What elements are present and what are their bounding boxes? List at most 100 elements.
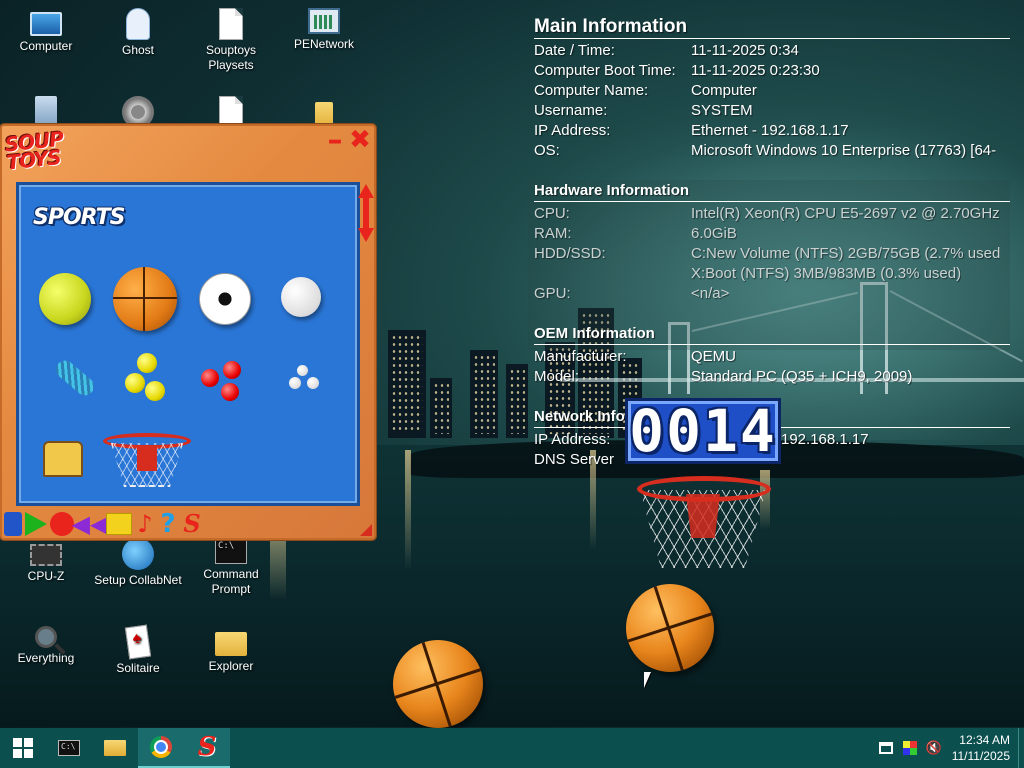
yellow-ball — [125, 373, 145, 393]
info-key: OS: — [534, 142, 560, 159]
display-tray-icon[interactable] — [898, 728, 922, 768]
start-button[interactable] — [0, 728, 46, 768]
command-prompt-icon: C:\ — [215, 538, 247, 564]
desktop-icon-label: Explorer — [208, 659, 254, 673]
info-key: Date / Time: — [534, 42, 615, 59]
close-button[interactable]: ✖ — [348, 127, 372, 153]
toy-basketball[interactable] — [113, 267, 177, 331]
toy-baseball[interactable] — [281, 277, 321, 317]
info-row: IP Address: Ethernet - 192.168.1.17 — [534, 121, 1010, 141]
desktop-icon-label: PENetwork — [293, 37, 355, 51]
basketball-hoop-rim[interactable] — [637, 476, 771, 502]
basketball[interactable] — [393, 640, 483, 728]
yellow-ball — [145, 381, 165, 401]
desktop-icon-label: Everything — [17, 651, 75, 665]
info-key: IP Address: — [534, 122, 611, 139]
music-note-icon[interactable]: ♪ — [135, 512, 155, 536]
clock-time: 12:34 AM — [959, 733, 1010, 747]
taskbar-chrome[interactable] — [138, 728, 184, 768]
info-value: Standard PC (Q35 + ICH9, 2009) — [691, 368, 913, 385]
taskbar: C:\ S 🔇 12:34 AM 11/11/2025 — [0, 728, 1024, 768]
info-key: Computer Name: — [534, 82, 649, 99]
desktop-icon-label: Command Prompt — [203, 567, 259, 596]
taskbar-command-prompt[interactable]: C:\ — [46, 728, 92, 768]
taskbar-souptoys[interactable]: S — [184, 728, 230, 768]
souptoys-window[interactable]: SOUP TOYS – ✖ SPORTS ◀◀ ♪ ? S — [0, 124, 376, 540]
command-prompt-icon: C:\ — [58, 740, 80, 756]
rewind-icon[interactable]: ◀◀ — [72, 512, 109, 536]
white-ball — [289, 377, 301, 389]
desktop-icon-explorer[interactable]: Explorer — [185, 626, 277, 674]
desktop-icon-label: Setup CollabNet — [94, 573, 182, 587]
desktop-icon-penetwork[interactable]: PENetwork — [278, 8, 370, 52]
chip-icon — [30, 544, 62, 566]
globe-icon — [122, 538, 154, 570]
scoreboard[interactable]: 0014 — [625, 398, 781, 464]
score-value: 0014 — [629, 397, 777, 465]
toy-soccer-ball[interactable] — [199, 273, 251, 325]
toy-roller-skate[interactable] — [43, 441, 83, 477]
red-ball — [201, 369, 219, 387]
info-row: Computer Name: Computer — [534, 81, 1010, 101]
desktop-icon-label: Souptoys Playsets — [205, 43, 257, 72]
desktop-icon-souptoys-playsets[interactable]: Souptoys Playsets — [185, 8, 277, 73]
desktop-icon-setup-collabnet[interactable]: Setup CollabNet — [92, 538, 184, 588]
stop-icon[interactable] — [106, 513, 132, 535]
toy-white-balls[interactable] — [289, 365, 329, 395]
desktop-icon-command-prompt[interactable]: C:\ Command Prompt — [185, 538, 277, 597]
desktop-icon-ghost[interactable]: Ghost — [92, 8, 184, 58]
cards-icon — [124, 624, 152, 660]
oem-info-heading: OEM Information — [534, 324, 1010, 345]
yellow-ball — [137, 353, 157, 373]
toy-basketball-hoop[interactable] — [103, 433, 193, 489]
toy-slinky[interactable] — [52, 356, 98, 400]
blue-tool-icon[interactable] — [4, 512, 22, 536]
clock[interactable]: 12:34 AM 11/11/2025 — [946, 732, 1018, 764]
info-value: QEMU — [691, 348, 736, 365]
main-info-heading: Main Information — [534, 16, 1010, 39]
toy-panel: SPORTS — [16, 182, 360, 506]
magnifier-icon — [35, 626, 57, 648]
network-tray-icon[interactable] — [874, 728, 898, 768]
info-key: Computer Boot Time: — [534, 62, 676, 79]
scroll-up-arrow-icon[interactable] — [358, 184, 374, 198]
toy-tennis-ball[interactable] — [39, 273, 91, 325]
desktop-icon-everything[interactable]: Everything — [0, 626, 92, 666]
wallpaper-building — [506, 364, 528, 438]
volume-muted-icon[interactable]: 🔇 — [922, 728, 946, 768]
record-icon[interactable] — [50, 512, 74, 536]
desktop-icon-computer[interactable]: Computer — [0, 8, 92, 54]
info-row: Manufacturer: QEMU — [534, 347, 1010, 367]
toy-yellow-balls[interactable] — [125, 353, 175, 405]
desktop-icon-solitaire[interactable]: Solitaire — [92, 624, 184, 676]
souptoys-s-icon[interactable]: S — [181, 512, 203, 536]
souptoys-s-icon: S — [197, 732, 217, 762]
info-row: Computer Boot Time: 11-11-2025 0:23:30 — [534, 61, 1010, 81]
info-row: OS: Microsoft Windows 10 Enterprise (1776… — [534, 141, 1010, 161]
desktop-icon-cpu-z[interactable]: CPU-Z — [0, 538, 92, 584]
scroll-down-arrow-icon[interactable] — [358, 228, 374, 242]
play-icon[interactable] — [25, 512, 47, 536]
minimize-button[interactable]: – — [325, 126, 345, 156]
basketball[interactable] — [626, 584, 714, 672]
hoop-backboard — [137, 445, 157, 471]
red-ball — [221, 383, 239, 401]
category-title: SPORTS — [33, 205, 125, 230]
souptoys-toolbar: ◀◀ ♪ ? S — [4, 511, 364, 537]
info-value: 11-11-2025 0:23:30 — [691, 62, 820, 79]
info-key: Manufacturer: — [534, 348, 627, 365]
resize-grip-icon[interactable] — [360, 524, 372, 536]
white-ball — [307, 377, 319, 389]
info-value: Computer — [691, 82, 757, 99]
show-desktop-button[interactable] — [1018, 728, 1024, 768]
help-icon[interactable]: ? — [158, 511, 178, 537]
network-icon — [308, 8, 340, 34]
info-row: Model: Standard PC (Q35 + ICH9, 2009) — [534, 367, 1010, 387]
hardware-info-heading: Hardware Information — [534, 181, 1010, 202]
toy-red-balls[interactable] — [201, 361, 251, 405]
desktop-icon-label: CPU-Z — [27, 569, 65, 583]
system-tray: 🔇 12:34 AM 11/11/2025 — [874, 728, 1024, 768]
panel-scrollbar[interactable] — [358, 184, 374, 242]
taskbar-file-explorer[interactable] — [92, 728, 138, 768]
scroll-thumb[interactable] — [363, 198, 369, 228]
